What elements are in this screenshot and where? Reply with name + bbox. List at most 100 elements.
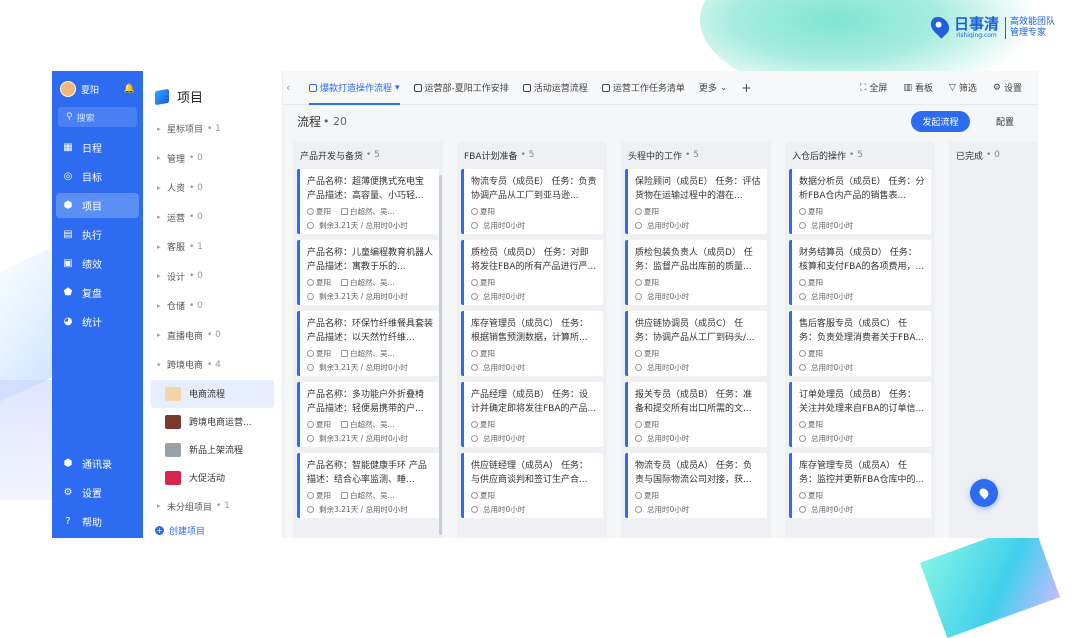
task-card[interactable]: 产品名称：超薄便携式充电宝 产品描述：高容量、小巧轻... 夏阳 白超然、吴... 剩… xyxy=(297,169,439,234)
tab-add-button[interactable]: + xyxy=(734,71,758,105)
task-due-label: 剩余3.21天 / 总用时0小时 xyxy=(319,292,408,301)
tree-group[interactable]: ▸ 管理 • 0 xyxy=(143,144,282,174)
search-placeholder: 搜索 xyxy=(76,113,95,124)
task-card[interactable]: 供应链协调员（成员C） 任务：协调产品从工厂到码头/... 夏阳 总用时0小时 xyxy=(625,311,767,376)
task-card[interactable]: 供应链经理（成员A） 任务：与供应商谈判和签订生产合... 夏阳 总用时0小时 xyxy=(461,453,603,518)
tool-0[interactable]: ⛶ 全屏 xyxy=(860,81,887,95)
create-project-button[interactable]: + 创建项目 xyxy=(155,522,205,538)
task-card[interactable]: 质检员（成员D） 任务：对即将发往FBA的所有产品进行严... 夏阳 总用时0小时 xyxy=(461,240,603,305)
task-owner-name: 夏阳 xyxy=(808,348,823,358)
task-card[interactable]: 保险顾问（成员E） 任务：评估货物在运输过程中的潜在... 夏阳 总用时0小时 xyxy=(625,169,767,234)
avatar[interactable] xyxy=(60,81,76,97)
task-card[interactable]: 售后客服专员（成员C） 任务：负责处理消费者关于FBA... 夏阳总用时0小时 xyxy=(789,311,931,376)
kanban-board: 产品开发与备货 • 5 产品名称：超薄便携式充电宝 产品描述：高容量、小巧轻... 夏… xyxy=(293,141,1038,538)
task-owner-name: 夏阳 xyxy=(644,490,659,500)
tab-more[interactable]: 更多 ⌄ xyxy=(692,71,735,105)
task-due: 总用时0小时 xyxy=(471,220,597,231)
tree-group[interactable]: ▸ 运营 • 0 xyxy=(143,203,282,233)
tab-label: 活动运营流程 xyxy=(533,84,588,94)
task-project: 白超然、吴... xyxy=(341,206,395,217)
clock-icon xyxy=(471,293,478,300)
rail-item-1[interactable]: ◎ 目标 xyxy=(56,164,139,189)
task-due: 总用时0小时 xyxy=(635,362,761,373)
tree-group[interactable]: ▸ 客服 • 1 xyxy=(143,232,282,262)
tree-group-label: 设计 xyxy=(167,272,186,283)
task-card[interactable]: 产品名称：智能健康手环 产品描述：结合心率监测、睡... 夏阳 白超然、吴... 剩余… xyxy=(297,453,439,518)
clock-icon xyxy=(471,222,478,229)
tree-group[interactable]: ▸ 星标项目 • 1 xyxy=(143,114,282,144)
task-card-text: 数据分析员（成员E） 任务：分析FBA仓内产品的销售表... xyxy=(799,177,925,201)
tool-1[interactable]: ▥ 看板 xyxy=(903,81,933,95)
task-card-text: 库存管理专员（成员A） 任务：监控并更新FBA仓库中的... xyxy=(799,461,925,485)
floating-help-button[interactable] xyxy=(970,479,998,507)
column-scrollbar[interactable] xyxy=(439,175,442,535)
tool-2[interactable]: ▽ 筛选 xyxy=(949,81,977,95)
clock-icon xyxy=(635,293,642,300)
rail-item-2[interactable]: ⬢ 项目 xyxy=(56,193,139,218)
task-card[interactable]: 报关专员（成员B） 任务：准备和提交所有出口所需的文... 夏阳 总用时0小时 xyxy=(625,382,767,447)
rail-item-0[interactable]: ▦ 日程 xyxy=(56,135,139,160)
task-owner: 夏阳 xyxy=(471,348,495,359)
rail-item-2[interactable]: ? 帮助 xyxy=(56,509,139,534)
clock-icon xyxy=(635,506,642,513)
task-card[interactable]: 库存管理员（成员C） 任务：根据销售预测数据，计算所... 夏阳 总用时0小时 xyxy=(461,311,603,376)
tree-group-ungrouped[interactable]: ▸ 未分组项目 • 1 xyxy=(143,492,282,522)
rail-item-label: 日程 xyxy=(82,144,102,155)
tab-0[interactable]: 爆款打造操作流程 ▾ xyxy=(302,71,407,105)
configure-button[interactable]: 配置 xyxy=(983,111,1027,132)
task-card[interactable]: 产品经理（成员B） 任务：设计并确定即将发往FBA的产品... 夏阳 总用时0小时 xyxy=(461,382,603,447)
chevron-right-icon: ▸ xyxy=(157,301,161,310)
rail-item-0[interactable]: ⬢ 通讯录 xyxy=(56,451,139,476)
task-owner-name: 夏阳 xyxy=(316,348,331,358)
tab-add-label: + xyxy=(741,80,752,95)
tree-group[interactable]: ▸ 设计 • 0 xyxy=(143,262,282,292)
task-card[interactable]: 质检包装负责人（成员D） 任务：监督产品出库前的质量... 夏阳 总用时0小时 xyxy=(625,240,767,305)
task-due: 总用时0小时 xyxy=(799,362,925,373)
tab-1[interactable]: 运营部-夏阳工作安排 xyxy=(407,71,516,105)
clock-icon xyxy=(635,222,642,229)
user-icon xyxy=(799,492,806,499)
search-input[interactable]: ⚲ 搜索 xyxy=(58,107,137,127)
tree-group[interactable]: ▸ 直播电商 • 0 xyxy=(143,321,282,351)
user-profile[interactable]: 夏阳 🔔 xyxy=(52,71,143,97)
task-card[interactable]: 产品名称：环保竹纤维餐具套装 产品描述：以天然竹纤维... 夏阳 白超然、吴... 剩… xyxy=(297,311,439,376)
plus-icon: + xyxy=(155,525,164,535)
tree-subitem[interactable]: 电商流程 xyxy=(151,379,274,408)
tool-3[interactable]: ⚙ 设置 xyxy=(993,81,1022,95)
tree-subitem[interactable]: 大促活动 xyxy=(151,464,274,492)
task-card[interactable]: 库存管理专员（成员A） 任务：监控并更新FBA仓库中的... 夏阳 总用时0小时 xyxy=(789,453,931,518)
tree-subitem[interactable]: 跨境电商运营... xyxy=(151,408,274,436)
tab-doc-icon xyxy=(601,83,610,92)
task-card[interactable]: 数据分析员（成员E） 任务：分析FBA仓内产品的销售表... 夏阳 总用时0小时 xyxy=(789,169,931,234)
collapse-chevron-icon[interactable]: ‹ xyxy=(286,81,302,94)
rail-item-label: 执行 xyxy=(82,231,102,242)
tree-subitem[interactable]: 新品上架流程 xyxy=(151,436,274,464)
tree-group-count: • 0 xyxy=(189,300,203,311)
rail-item-3[interactable]: ▤ 执行 xyxy=(56,222,139,247)
task-card[interactable]: 物流专员（成员A） 任务：负责与国际物流公司对接，获... 夏阳 总用时0小时 xyxy=(625,453,767,518)
tab-3[interactable]: 运营工作任务清单 xyxy=(595,71,692,105)
rail-item-4[interactable]: ▣ 绩效 xyxy=(56,251,139,276)
task-card[interactable]: 产品名称：多功能户外折叠椅 产品描述：轻便易携带的户... 夏阳 白超然、吴... 剩… xyxy=(297,382,439,447)
task-card[interactable]: 财务结算员（成员D） 任务：核算和支付FBA的各项费用，... 夏阳 总用时0小时 xyxy=(789,240,931,305)
tab-2[interactable]: 活动运营流程 xyxy=(516,71,595,105)
rail-item-6[interactable]: ◕ 统计 xyxy=(56,309,139,334)
task-due-label: 总用时0小时 xyxy=(811,363,854,372)
tree-group[interactable]: ▾ 跨境电商 • 4 xyxy=(143,350,282,380)
user-icon xyxy=(307,350,314,357)
rail-item-5[interactable]: ⬟ 复盘 xyxy=(56,280,139,305)
tree-group[interactable]: ▸ 人资 • 0 xyxy=(143,173,282,203)
task-owner: 夏阳 xyxy=(799,206,823,217)
chevron-right-icon: ▸ xyxy=(157,331,161,340)
start-flow-button[interactable]: 发起流程 xyxy=(911,111,970,132)
task-card[interactable]: 产品名称：儿童编程教育机器人 产品描述：寓教于乐的... 夏阳 白超然、吴... 剩余… xyxy=(297,240,439,305)
task-card-text: 售后客服专员（成员C） 任务：负责处理消费者关于FBA... xyxy=(799,319,924,343)
task-card[interactable]: 订单处理员（成员B） 任务：关注并处理来自FBA的订单信... 夏阳 总用时0小时 xyxy=(789,382,931,447)
bell-icon[interactable]: 🔔 xyxy=(124,84,135,94)
task-card[interactable]: 物流专员（成员E） 任务：负责协调产品从工厂到亚马逊... 夏阳 总用时0小时 xyxy=(461,169,603,234)
rail-item-1[interactable]: ⚙ 设置 xyxy=(56,480,139,505)
task-owner-name: 夏阳 xyxy=(480,348,495,358)
tree-group[interactable]: ▸ 仓储 • 0 xyxy=(143,291,282,321)
tree-group-count: • 0 xyxy=(189,153,203,164)
task-card-meta: 夏阳 xyxy=(471,419,597,429)
